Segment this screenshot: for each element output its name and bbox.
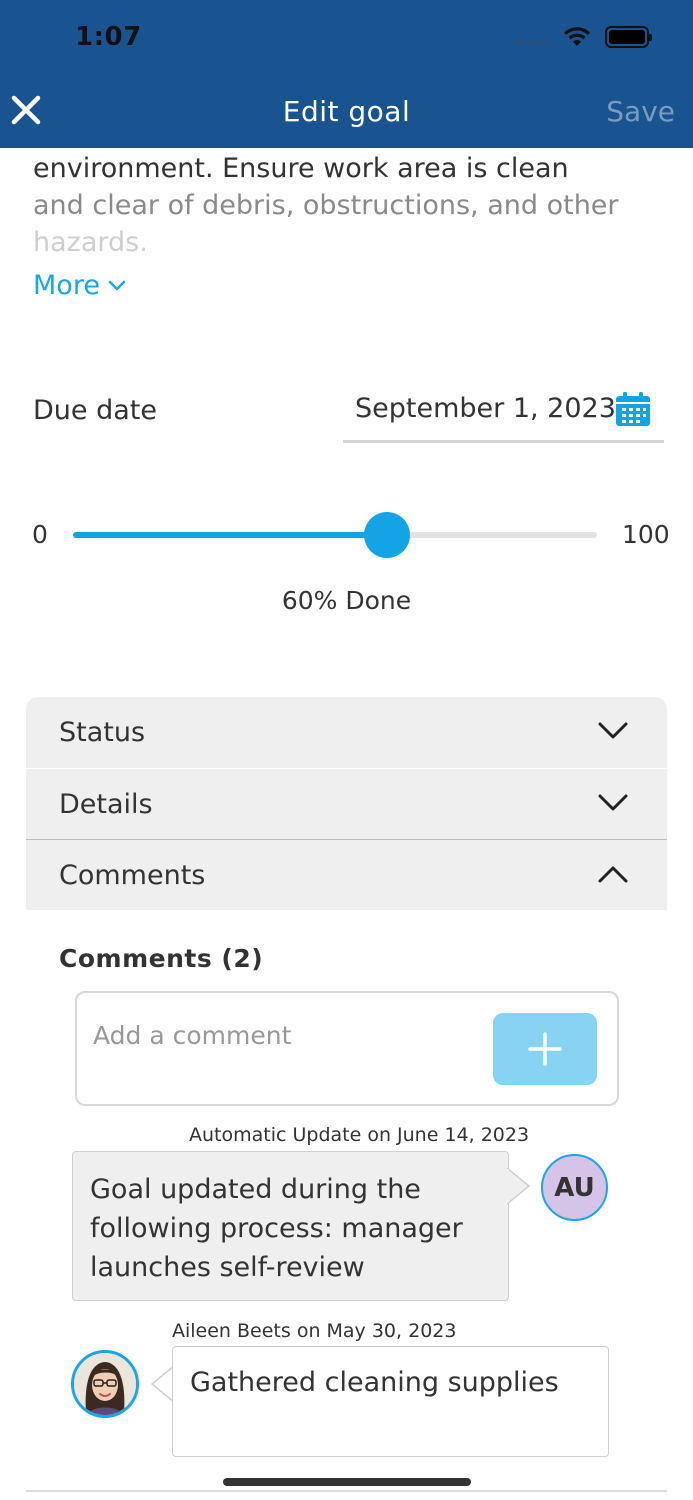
goal-accordion: Status Details Comments bbox=[26, 697, 667, 910]
comment-composer bbox=[75, 991, 619, 1106]
comment-meta: Aileen Beets on May 30, 2023 bbox=[172, 1320, 457, 1342]
accordion-status-label: Status bbox=[59, 717, 146, 748]
comment-meta: Automatic Update on June 14, 2023 bbox=[189, 1124, 530, 1146]
chevron-down-icon bbox=[108, 280, 126, 290]
bubble-tail bbox=[150, 1366, 174, 1402]
home-indicator[interactable] bbox=[223, 1478, 471, 1486]
avatar: AU bbox=[541, 1154, 608, 1221]
slider-max-label: 100 bbox=[622, 520, 670, 549]
accordion-details-label: Details bbox=[59, 789, 153, 820]
page-title: Edit goal bbox=[282, 95, 411, 128]
status-bar-icons bbox=[517, 26, 652, 48]
comment-input[interactable] bbox=[93, 1021, 483, 1050]
due-date-label: Due date bbox=[33, 395, 157, 426]
goal-description: environment. Ensure work area is clean a… bbox=[33, 150, 653, 261]
comment-text: Gathered cleaning supplies bbox=[190, 1367, 559, 1398]
status-bar-time: 1:07 bbox=[75, 22, 142, 52]
wifi-icon bbox=[564, 27, 590, 46]
progress-caption: 60% Done bbox=[281, 586, 412, 615]
description-line: hazards. bbox=[33, 227, 148, 258]
description-line: and clear of debris, obstructions, and o… bbox=[33, 190, 619, 221]
chevron-down-icon bbox=[598, 794, 628, 811]
chevron-up-icon bbox=[598, 866, 628, 883]
bubble-tail bbox=[507, 1168, 531, 1204]
battery-icon bbox=[605, 26, 652, 48]
accordion-details[interactable]: Details bbox=[26, 768, 667, 839]
slider-thumb[interactable] bbox=[364, 512, 411, 558]
comments-heading: Comments (2) bbox=[59, 944, 264, 973]
progress-slider[interactable] bbox=[73, 512, 597, 558]
more-link-label: More bbox=[33, 270, 100, 301]
comment-text: Goal updated during the following proces… bbox=[90, 1174, 463, 1283]
more-link[interactable]: More bbox=[33, 270, 126, 301]
description-line: environment. Ensure work area is clean bbox=[33, 153, 569, 184]
user-photo bbox=[74, 1353, 136, 1415]
accordion-status[interactable]: Status bbox=[26, 697, 667, 768]
comment-bubble: Gathered cleaning supplies bbox=[172, 1346, 609, 1457]
comment-bubble: Goal updated during the following proces… bbox=[72, 1151, 509, 1301]
avatar bbox=[71, 1350, 139, 1418]
due-date-field[interactable]: September 1, 2023 bbox=[343, 385, 664, 443]
slider-fill bbox=[73, 532, 388, 538]
accordion-comments[interactable]: Comments bbox=[26, 839, 667, 910]
signal-icon bbox=[517, 27, 549, 47]
add-comment-button[interactable] bbox=[493, 1013, 597, 1085]
plus-icon bbox=[528, 1032, 562, 1066]
divider bbox=[26, 1490, 667, 1492]
calendar-icon[interactable] bbox=[614, 390, 652, 428]
slider-min-label: 0 bbox=[32, 520, 48, 549]
chevron-down-icon bbox=[598, 722, 628, 739]
save-button[interactable]: Save bbox=[606, 95, 675, 128]
accordion-comments-label: Comments bbox=[59, 860, 206, 891]
app-header: 1:07 Edit goal Save bbox=[0, 0, 693, 148]
due-date-value: September 1, 2023 bbox=[355, 393, 616, 424]
